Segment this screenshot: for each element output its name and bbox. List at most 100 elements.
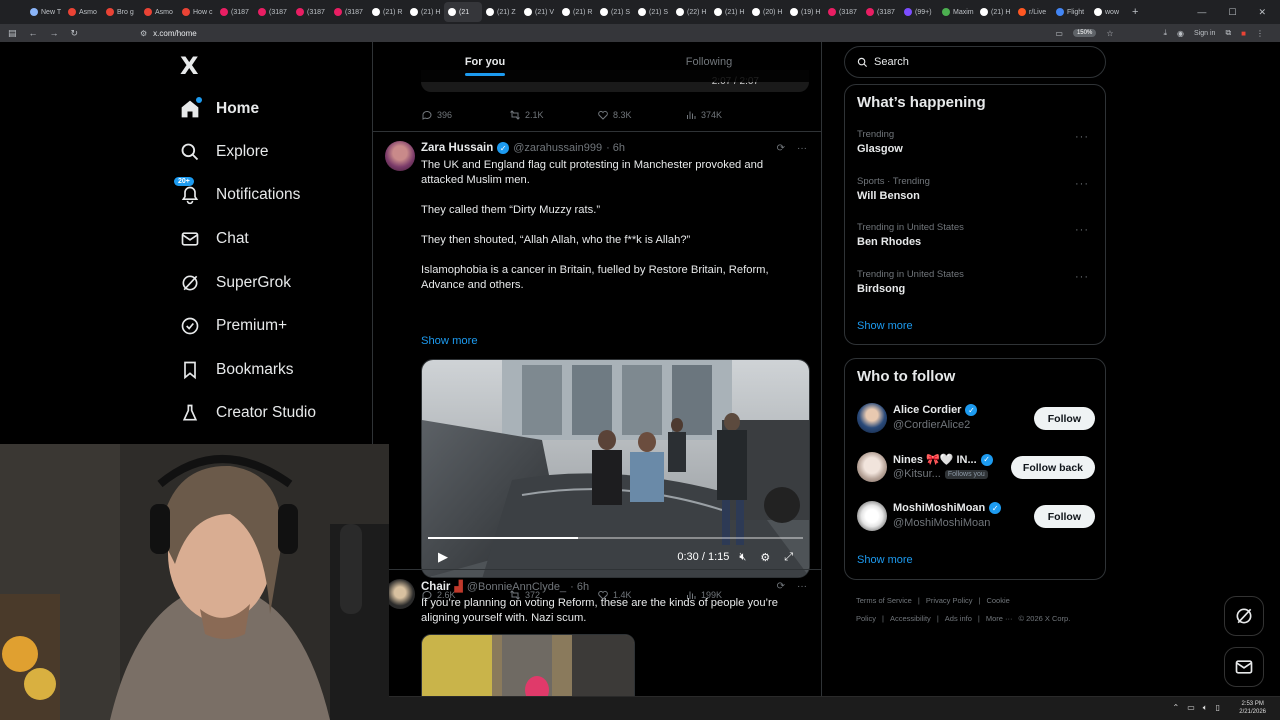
footer-link[interactable]: Accessibility [890, 614, 931, 623]
more-icon[interactable]: ··· [1075, 271, 1089, 283]
grok-icon[interactable]: ⟳ [777, 143, 785, 154]
extension-badge-icon[interactable]: ■ [1241, 29, 1246, 38]
footer-link[interactable]: More ··· [986, 614, 1013, 623]
reload-icon[interactable]: ↻ [71, 28, 79, 39]
footer-link[interactable]: Privacy Policy [926, 596, 973, 605]
browser-tab[interactable]: (21) H [710, 2, 748, 22]
repost-button[interactable]: 2.1K [509, 109, 597, 121]
browser-tab[interactable]: (21 [444, 2, 482, 22]
site-info-icon[interactable]: ⚙ [140, 29, 147, 38]
author-handle[interactable]: @zarahussain999 [513, 142, 602, 154]
menu-icon[interactable]: ⋮ [1256, 29, 1264, 38]
post-time[interactable]: · 6h [606, 142, 625, 154]
browser-tab[interactable]: Flight [1052, 2, 1090, 22]
footer-link[interactable]: Ads info [945, 614, 972, 623]
author-name[interactable]: Zara Hussain [421, 142, 493, 154]
nav-item-explore[interactable]: Explore [180, 137, 269, 167]
footer-link[interactable]: © 2026 X Corp. [1019, 614, 1071, 623]
browser-tab[interactable]: (3187 [862, 2, 900, 22]
grok-icon[interactable]: ⟳ [777, 581, 785, 592]
sidebar-toggle-icon[interactable]: ▤ [8, 28, 17, 39]
new-tab-button[interactable]: + [1128, 2, 1166, 22]
avatar[interactable] [857, 501, 887, 531]
grok-fab[interactable] [1224, 596, 1264, 636]
browser-tab[interactable]: (99+) [900, 2, 938, 22]
star-icon[interactable]: ☆ [1106, 29, 1113, 38]
chevron-up-icon[interactable]: ⌃ [1173, 703, 1180, 713]
follow-suggestion[interactable]: Nines 🎀🤍 IN... ✓ @Kitsur... Follows you Fo… [857, 450, 1095, 486]
more-icon[interactable]: ··· [797, 581, 807, 592]
browser-tab[interactable]: New T [26, 2, 64, 22]
show-more-link[interactable]: Show more [421, 335, 478, 347]
show-more-link[interactable]: Show more [857, 554, 913, 566]
like-button[interactable]: 8.3K [597, 109, 685, 121]
browser-tab[interactable]: Bro g [102, 2, 140, 22]
post-video[interactable]: ▶ 0:30 / 1:15 🔇︎ ⚙ ⤢ [421, 359, 810, 578]
browser-tab[interactable]: (21) S [596, 2, 634, 22]
browser-tab[interactable]: Asmo [140, 2, 178, 22]
author-name[interactable]: Chair [421, 581, 450, 593]
settings-icon[interactable]: ⚙ [760, 551, 770, 564]
browser-tab[interactable]: (21) H [406, 2, 444, 22]
mute-icon[interactable]: 🔇︎ [739, 551, 746, 564]
browser-tab[interactable]: (21) Z [482, 2, 520, 22]
show-more-link[interactable]: Show more [857, 320, 913, 332]
nav-item-bookmarks[interactable]: Bookmarks [180, 355, 294, 385]
back-icon[interactable]: ← [29, 28, 38, 39]
reply-button[interactable]: 396 [421, 109, 509, 121]
follow-suggestion[interactable]: MoshiMoshiMoan ✓ @MoshiMoshiMoan Follow [857, 499, 1095, 535]
follow-button[interactable]: Follow [1033, 407, 1095, 430]
browser-tab[interactable]: wow [1090, 2, 1128, 22]
browser-tab[interactable]: (22) H [672, 2, 710, 22]
browser-tab[interactable]: (3187 [292, 2, 330, 22]
more-icon[interactable]: ··· [797, 143, 807, 154]
trend-item[interactable]: Sports · Trending Will Benson ··· [857, 176, 1095, 202]
nav-item-chat[interactable]: Chat [180, 224, 249, 254]
play-icon[interactable]: ▶ [438, 549, 448, 565]
fullscreen-icon[interactable]: ⤢ [784, 551, 793, 564]
tab-for-you[interactable]: For you [373, 42, 597, 82]
browser-tab[interactable]: (3187 [216, 2, 254, 22]
nav-item-home[interactable]: Home [180, 94, 259, 124]
avatar[interactable] [857, 403, 887, 433]
browser-tab[interactable]: (21) R [368, 2, 406, 22]
author-handle[interactable]: @BonnieAnnClyde_ [467, 581, 566, 593]
browser-tab[interactable]: Asmo [64, 2, 102, 22]
maximize-icon[interactable]: ☐ [1228, 7, 1236, 18]
url-field[interactable]: x.com/home [153, 29, 197, 38]
browser-tab[interactable]: (21) S [634, 2, 672, 22]
nav-item-supergrok[interactable]: SuperGrok [180, 268, 291, 298]
cast-icon[interactable]: ▭ [1055, 29, 1063, 38]
follow-suggestion[interactable]: Alice Cordier ✓ @CordierAlice2 Follow [857, 401, 1095, 437]
follow-back-button[interactable]: Follow back [1010, 456, 1095, 479]
battery-icon[interactable]: ▯ [1216, 703, 1220, 713]
zoom-level[interactable]: 150% [1072, 29, 1097, 37]
close-icon[interactable]: ✕ [1258, 7, 1266, 18]
tab-following[interactable]: Following [597, 42, 821, 82]
trend-item[interactable]: Trending Glasgow ··· [857, 129, 1095, 155]
browser-tab[interactable]: (3187 [330, 2, 368, 22]
footer-link[interactable]: Terms of Service [856, 596, 912, 605]
taskbar-clock[interactable]: 2:53 PM 2/21/2026 [1239, 700, 1266, 716]
nav-item-creator-studio[interactable]: Creator Studio [180, 398, 316, 428]
views-button[interactable]: 374K [685, 109, 773, 121]
post-time[interactable]: · 6h [570, 581, 589, 593]
trend-item[interactable]: Trending in United States Ben Rhodes ··· [857, 222, 1095, 248]
browser-tab[interactable]: (21) H [976, 2, 1014, 22]
avatar[interactable] [385, 579, 415, 609]
browser-tab[interactable]: (19) H [786, 2, 824, 22]
browser-tab[interactable]: (3187 [824, 2, 862, 22]
browser-tab[interactable]: r/Live [1014, 2, 1052, 22]
trend-item[interactable]: Trending in United States Birdsong ··· [857, 269, 1095, 295]
network-icon[interactable]: ▭ [1187, 703, 1195, 713]
sign-in-button[interactable]: Sign in [1194, 30, 1215, 37]
browser-tab[interactable]: (20) H [748, 2, 786, 22]
browser-tab[interactable]: How c [178, 2, 216, 22]
download-icon[interactable]: ⤓ [1164, 28, 1168, 38]
volume-icon[interactable]: 🔈︎ [1203, 703, 1208, 713]
more-icon[interactable]: ··· [1075, 131, 1089, 143]
search-input[interactable]: Search [844, 46, 1106, 78]
browser-tab[interactable]: Maxim [938, 2, 976, 22]
minimize-icon[interactable]: — [1197, 7, 1206, 17]
avatar[interactable] [857, 452, 887, 482]
